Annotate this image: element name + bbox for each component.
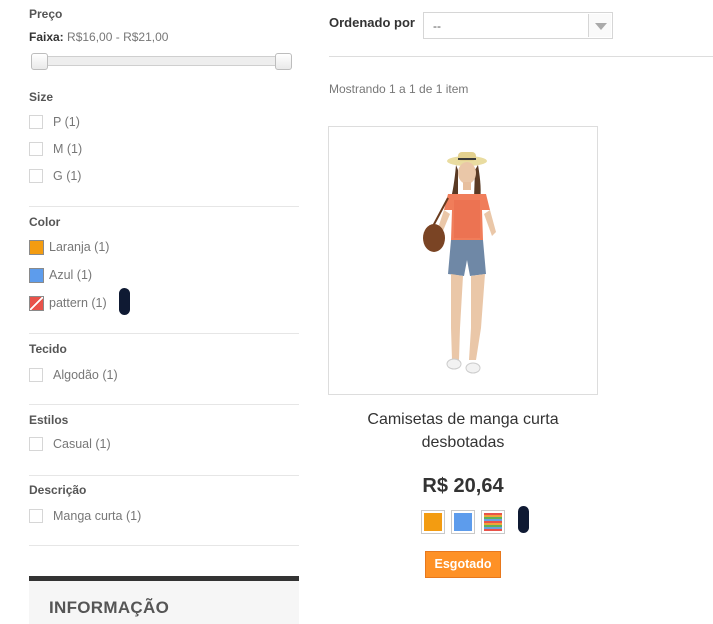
pattern-swatch-fill — [484, 513, 502, 531]
color-filter-title: Color — [29, 215, 61, 229]
main-divider — [329, 56, 713, 57]
sold-out-button[interactable]: Esgotado — [425, 551, 501, 578]
size-m-checkbox[interactable] — [29, 142, 43, 156]
size-m-label[interactable]: M (1) — [53, 142, 82, 156]
filter-divider — [29, 545, 299, 546]
price-slider-track[interactable] — [39, 56, 289, 66]
color-option-pattern[interactable]: pattern (1) — [29, 293, 107, 313]
style-casual-checkbox[interactable] — [29, 437, 43, 451]
scroll-indicator — [119, 288, 130, 315]
results-count: Mostrando 1 a 1 de 1 item — [329, 82, 469, 96]
style-filter-title: Estilos — [29, 413, 69, 427]
info-box-title[interactable]: INFORMAÇÃO — [49, 598, 169, 618]
size-option-g[interactable]: G (1) — [29, 166, 81, 186]
filter-divider — [29, 404, 299, 405]
style-option-casual[interactable]: Casual (1) — [29, 434, 111, 454]
product-swatch-pattern[interactable] — [481, 510, 505, 534]
price-filter: Preço — [29, 7, 299, 21]
sort-label: Ordenado por — [329, 15, 415, 30]
product-swatch-blue[interactable] — [451, 510, 475, 534]
color-orange-label[interactable]: Laranja (1) — [49, 240, 109, 254]
color-pattern-label[interactable]: pattern (1) — [49, 296, 107, 310]
price-range: Faixa: R$16,00 - R$21,00 — [29, 30, 168, 44]
fabric-option-cotton[interactable]: Algodão (1) — [29, 365, 118, 385]
style-filter: Estilos — [29, 413, 299, 427]
product-name[interactable]: Camisetas de manga curta desbotadas — [340, 408, 586, 454]
fabric-filter-title: Tecido — [29, 342, 67, 356]
product-swatch-orange[interactable] — [421, 510, 445, 534]
sort-dropdown-button[interactable] — [588, 14, 611, 37]
size-g-label[interactable]: G (1) — [53, 169, 81, 183]
style-casual-label[interactable]: Casual (1) — [53, 437, 111, 451]
pattern-swatch[interactable] — [29, 295, 44, 311]
size-g-checkbox[interactable] — [29, 169, 43, 183]
description-short-sleeve-label[interactable]: Manga curta (1) — [53, 509, 141, 523]
fabric-cotton-checkbox[interactable] — [29, 368, 43, 382]
blue-swatch[interactable] — [29, 267, 44, 283]
description-filter-title: Descrição — [29, 483, 87, 497]
size-filter-title: Size — [29, 90, 54, 104]
price-filter-title: Preço — [29, 7, 63, 21]
fabric-cotton-label[interactable]: Algodão (1) — [53, 368, 118, 382]
orange-swatch-fill — [424, 513, 442, 531]
product-image-frame[interactable] — [328, 126, 598, 395]
size-filter: Size — [29, 90, 299, 104]
price-slider-min-handle[interactable] — [31, 53, 48, 70]
filter-divider — [29, 475, 299, 476]
color-option-blue[interactable]: Azul (1) — [29, 265, 92, 285]
description-short-sleeve-checkbox[interactable] — [29, 509, 43, 523]
product-photo[interactable] — [330, 128, 596, 393]
size-p-checkbox[interactable] — [29, 115, 43, 129]
price-range-value: R$16,00 - R$21,00 — [67, 30, 169, 44]
product-price: R$ 20,64 — [422, 475, 504, 497]
fabric-filter: Tecido — [29, 342, 299, 356]
orange-swatch[interactable] — [29, 239, 44, 255]
color-option-orange[interactable]: Laranja (1) — [29, 237, 109, 257]
sort-selected-value[interactable]: -- — [433, 19, 441, 33]
size-option-m[interactable]: M (1) — [29, 139, 82, 159]
scroll-indicator — [518, 506, 529, 533]
blue-swatch-fill — [454, 513, 472, 531]
chevron-down-icon — [595, 23, 607, 30]
price-range-label: Faixa: — [29, 30, 64, 44]
price-slider-max-handle[interactable] — [275, 53, 292, 70]
filter-divider — [29, 206, 299, 207]
color-blue-label[interactable]: Azul (1) — [49, 268, 92, 282]
sort-select[interactable]: -- — [423, 12, 613, 39]
color-filter: Color — [29, 215, 299, 229]
filter-divider — [29, 333, 299, 334]
description-option-short-sleeve[interactable]: Manga curta (1) — [29, 506, 141, 526]
info-box: INFORMAÇÃO — [29, 576, 299, 624]
size-option-p[interactable]: P (1) — [29, 112, 80, 132]
size-p-label[interactable]: P (1) — [53, 115, 80, 129]
description-filter: Descrição — [29, 483, 299, 497]
